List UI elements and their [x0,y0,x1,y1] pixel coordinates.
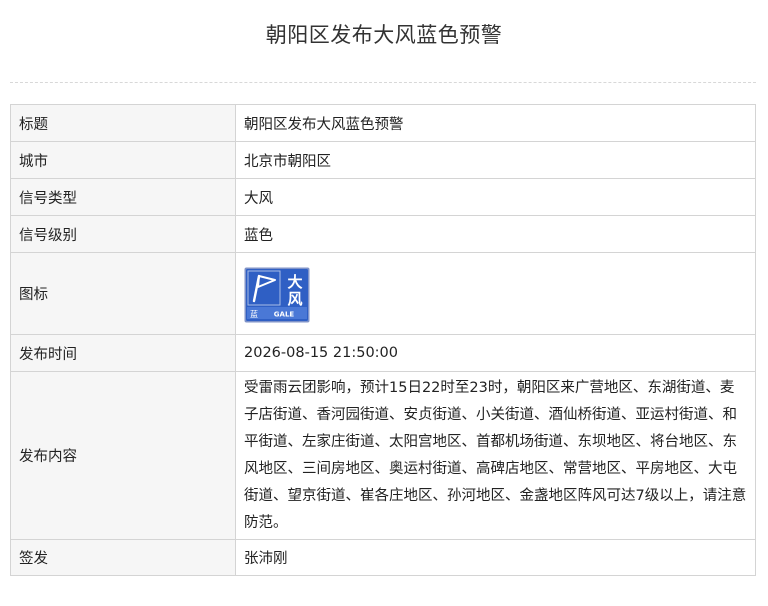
row-value-signal-level: 蓝色 [235,215,756,253]
warning-icon-english-text: GALE [274,310,295,318]
row-label: 信号类型 [10,178,236,216]
row-value-title: 朝阳区发布大风蓝色预警 [235,104,756,142]
row-label: 发布时间 [10,334,236,372]
table-row-content: 发布内容 受雷雨云团影响，预计15日22时至23时，朝阳区来广营地区、东湖街道、… [10,371,756,540]
table-row-signer: 签发 张沛刚 [10,539,756,576]
title-divider [10,82,756,83]
row-label: 发布内容 [10,371,236,540]
row-label: 城市 [10,141,236,179]
table-row-signal-type: 信号类型 大风 [10,178,756,216]
gale-warning-icon: 蓝 GALE 大 风 [244,267,310,322]
row-label: 标题 [10,104,236,142]
row-value-signal-type: 大风 [235,178,756,216]
row-value-icon: 蓝 GALE 大 风 [235,252,756,335]
warning-icon-char-1: 大 [287,273,302,291]
row-label: 图标 [10,252,236,335]
table-row-signal-level: 信号级别 蓝色 [10,215,756,253]
page-title: 朝阳区发布大风蓝色预警 [265,23,503,47]
row-label: 信号级别 [10,215,236,253]
row-value-signer: 张沛刚 [235,539,756,576]
warning-icon-char-2: 风 [287,290,302,308]
row-value-city: 北京市朝阳区 [235,141,756,179]
row-value-content: 受雷雨云团影响，预计15日22时至23时，朝阳区来广营地区、东湖街道、麦子店街道… [235,371,756,540]
warning-icon-level-text: 蓝 [250,309,258,319]
row-label: 签发 [10,539,236,576]
table-row-publish-time: 发布时间 2026-08-15 21:50:00 [10,334,756,372]
warning-details-table: 标题 朝阳区发布大风蓝色预警 城市 北京市朝阳区 信号类型 大风 信号级别 蓝色… [10,104,756,576]
table-row-title: 标题 朝阳区发布大风蓝色预警 [10,104,756,142]
table-row-icon: 图标 蓝 GALE 大 风 [10,252,756,335]
row-value-publish-time: 2026-08-15 21:50:00 [235,334,756,372]
table-row-city: 城市 北京市朝阳区 [10,141,756,179]
